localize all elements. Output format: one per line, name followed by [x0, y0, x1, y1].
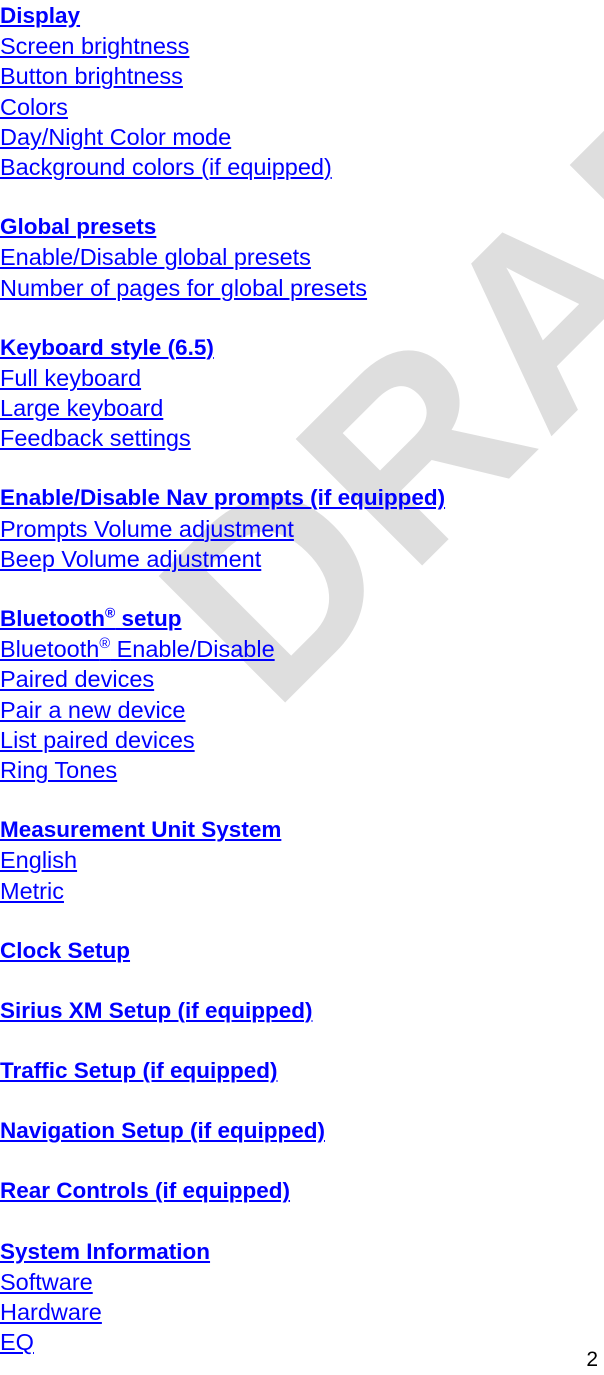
toc-item-day-night-color-mode-label: Day/Night Color mode: [0, 123, 232, 150]
toc-item-ring-tones-label: Ring Tones: [0, 756, 118, 783]
registered-trademark-icon: ®: [99, 636, 111, 653]
toc-item-bluetooth-enable-disable[interactable]: Bluetooth® Enable/Disable: [0, 634, 275, 664]
toc-item-feedback-settings[interactable]: Feedback settings: [0, 423, 191, 453]
toc-section-keyboard-style-6-5: Keyboard style (6.5) Full keyboard Large k…: [0, 333, 604, 454]
toc-item-enable-disable-global-presets[interactable]: Enable/Disable global presets: [0, 242, 311, 272]
toc-heading-rear-controls-if-equipped[interactable]: Rear Controls (if equipped): [0, 1176, 290, 1206]
table-of-contents: Display Screen brightness Button brightnes…: [0, 0, 604, 1357]
toc-item-button-brightness-label: Button brightness: [0, 63, 183, 90]
toc-item-hardware[interactable]: Hardware: [0, 1297, 102, 1327]
toc-section-navigation-setup-if-equipped: Navigation Setup (if equipped): [0, 1116, 604, 1146]
toc-item-button-brightness[interactable]: Button brightness: [0, 61, 183, 91]
page-number: 2: [586, 1348, 598, 1371]
toc-item-list-paired-devices[interactable]: List paired devices: [0, 725, 195, 755]
toc-item-number-of-pages-for-global-presets[interactable]: Number of pages for global presets: [0, 273, 367, 303]
toc-heading-bluetooth-setup[interactable]: Bluetooth® setup: [0, 604, 182, 634]
toc-section-sirius-xm-setup-if-equipped: Sirius XM Setup (if equipped): [0, 996, 604, 1026]
toc-item-pair-a-new-device-label: Pair a new device: [0, 696, 186, 723]
toc-heading-display[interactable]: Display: [0, 1, 80, 31]
toc-heading-clock-setup[interactable]: Clock Setup: [0, 936, 130, 966]
toc-heading-navigation-setup-if-equipped-label: Navigation Setup (if equipped): [0, 1118, 325, 1144]
toc-heading-system-information[interactable]: System Information: [0, 1237, 210, 1267]
toc-heading-sirius-xm-setup-if-equipped[interactable]: Sirius XM Setup (if equipped): [0, 996, 313, 1026]
toc-item-number-of-pages-for-global-presets-label: Number of pages for global presets: [0, 274, 368, 301]
toc-heading-traffic-setup-if-equipped-label: Traffic Setup (if equipped): [0, 1058, 278, 1084]
toc-heading-rear-controls-if-equipped-label: Rear Controls (if equipped): [0, 1178, 291, 1204]
toc-item-prompts-volume-adjustment[interactable]: Prompts Volume adjustment: [0, 514, 294, 544]
toc-section-global-presets: Global presets Enable/Disable global pres…: [0, 212, 604, 303]
toc-item-software[interactable]: Software: [0, 1267, 93, 1297]
toc-item-list-paired-devices-label: List paired devices: [0, 726, 195, 753]
toc-item-paired-devices-label: Paired devices: [0, 666, 155, 693]
toc-heading-enable-disable-nav-prompts-if-equipped-label: Enable/Disable Nav prompts (if equipped): [0, 485, 446, 511]
toc-section-enable-disable-nav-prompts-if-equipped: Enable/Disable Nav prompts (if equipped)…: [0, 483, 604, 574]
toc-heading-clock-setup-label: Clock Setup: [0, 937, 131, 963]
toc-item-large-keyboard[interactable]: Large keyboard: [0, 393, 163, 423]
toc-item-full-keyboard[interactable]: Full keyboard: [0, 363, 141, 393]
toc-heading-global-presets-label: Global presets: [0, 214, 157, 240]
toc-item-background-colors-if-equipped[interactable]: Background colors (if equipped): [0, 152, 332, 182]
toc-item-metric[interactable]: Metric: [0, 876, 64, 906]
toc-item-pair-a-new-device[interactable]: Pair a new device: [0, 695, 186, 725]
toc-heading-global-presets[interactable]: Global presets: [0, 212, 156, 242]
toc-heading-navigation-setup-if-equipped[interactable]: Navigation Setup (if equipped): [0, 1116, 325, 1146]
toc-item-colors[interactable]: Colors: [0, 92, 68, 122]
toc-item-eq[interactable]: EQ: [0, 1327, 34, 1357]
toc-heading-keyboard-style-6-5-label: Keyboard style (6.5): [0, 334, 214, 360]
toc-item-bluetooth-enable-disable-label: Bluetooth® Enable/Disable: [0, 636, 275, 663]
toc-heading-keyboard-style-6-5[interactable]: Keyboard style (6.5): [0, 333, 214, 363]
toc-section-display: Display Screen brightness Button brightnes…: [0, 1, 604, 182]
toc-heading-measurement-unit-system-label: Measurement Unit System: [0, 817, 282, 843]
toc-item-paired-devices[interactable]: Paired devices: [0, 664, 154, 694]
toc-item-full-keyboard-label: Full keyboard: [0, 364, 142, 391]
toc-heading-system-information-label: System Information: [0, 1238, 211, 1264]
toc-item-large-keyboard-label: Large keyboard: [0, 395, 164, 422]
toc-item-software-label: Software: [0, 1268, 93, 1295]
toc-item-english-label: English: [0, 847, 78, 874]
toc-item-enable-disable-global-presets-label: Enable/Disable global presets: [0, 244, 311, 271]
toc-section-rear-controls-if-equipped: Rear Controls (if equipped): [0, 1176, 604, 1206]
toc-section-measurement-unit-system: Measurement Unit System English Metric: [0, 815, 604, 906]
toc-section-clock-setup: Clock Setup: [0, 936, 604, 966]
toc-item-hardware-label: Hardware: [0, 1299, 102, 1325]
toc-item-english[interactable]: English: [0, 845, 77, 875]
toc-heading-measurement-unit-system[interactable]: Measurement Unit System: [0, 815, 281, 845]
toc-item-day-night-color-mode[interactable]: Day/Night Color mode: [0, 122, 231, 152]
toc-item-beep-volume-adjustment[interactable]: Beep Volume adjustment: [0, 544, 261, 574]
toc-item-beep-volume-adjustment-label: Beep Volume adjustment: [0, 545, 262, 572]
toc-heading-bluetooth-setup-label: Bluetooth® setup: [0, 604, 182, 631]
toc-heading-enable-disable-nav-prompts-if-equipped[interactable]: Enable/Disable Nav prompts (if equipped): [0, 483, 445, 513]
toc-item-screen-brightness[interactable]: Screen brightness: [0, 31, 189, 61]
toc-heading-display-label: Display: [0, 3, 81, 28]
toc-section-system-information: System Information Software Hardware EQ: [0, 1237, 604, 1358]
toc-section-bluetooth-setup: Bluetooth® setup Bluetooth® Enable/Disabl…: [0, 604, 604, 785]
toc-item-background-colors-if-equipped-label: Background colors (if equipped): [0, 153, 332, 180]
toc-item-screen-brightness-label: Screen brightness: [0, 33, 190, 60]
toc-heading-sirius-xm-setup-if-equipped-label: Sirius XM Setup (if equipped): [0, 997, 313, 1023]
toc-item-prompts-volume-adjustment-label: Prompts Volume adjustment: [0, 515, 294, 542]
toc-item-metric-label: Metric: [0, 877, 64, 904]
toc-item-colors-label: Colors: [0, 93, 68, 120]
registered-trademark-icon: ®: [104, 604, 116, 621]
toc-item-feedback-settings-label: Feedback settings: [0, 425, 191, 452]
toc-section-traffic-setup-if-equipped: Traffic Setup (if equipped): [0, 1056, 604, 1086]
toc-item-ring-tones[interactable]: Ring Tones: [0, 755, 117, 785]
toc-heading-traffic-setup-if-equipped[interactable]: Traffic Setup (if equipped): [0, 1056, 278, 1086]
toc-item-eq-label: EQ: [0, 1329, 34, 1356]
